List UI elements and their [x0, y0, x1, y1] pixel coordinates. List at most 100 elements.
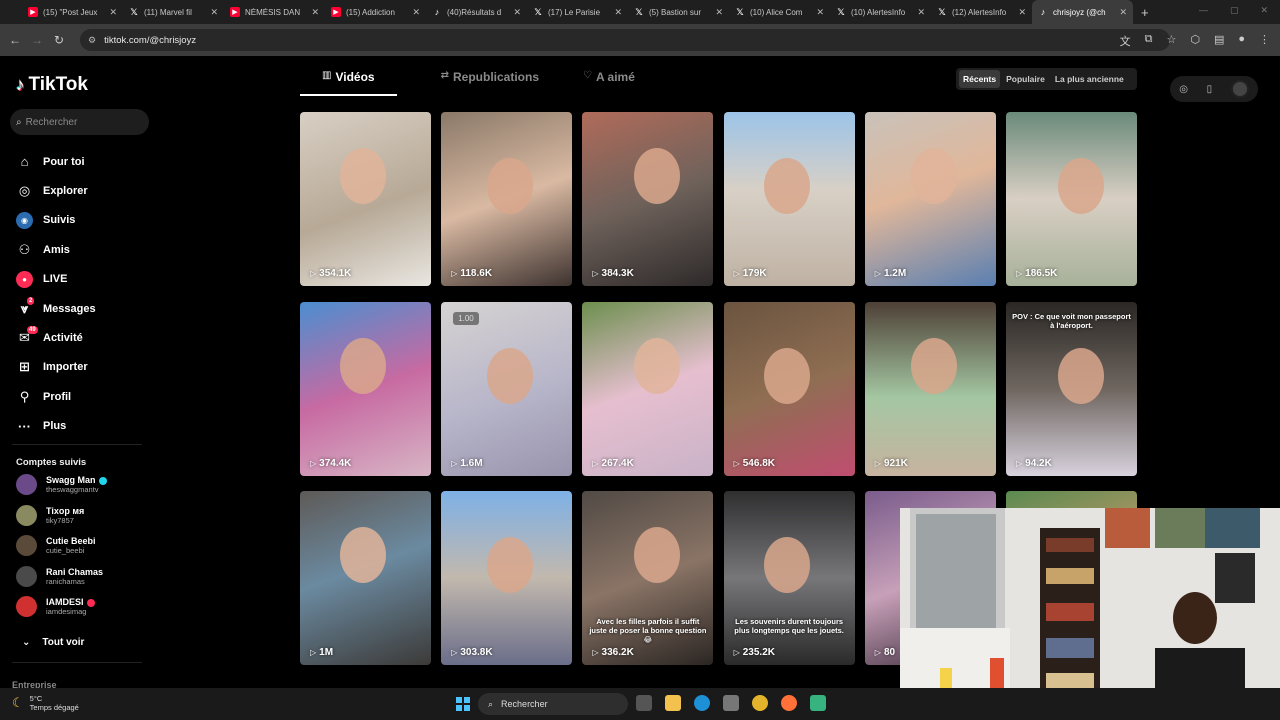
video-thumbnail[interactable]: Les souvenirs durent toujours plus longt… [723, 491, 855, 665]
tab-liked[interactable]: ♡ A aimé [583, 70, 635, 96]
followed-account[interactable]: Rani Chamas ranichamas [16, 565, 103, 587]
weather-widget[interactable]: ☾ 5°C Temps dégagé [12, 694, 79, 712]
back-icon[interactable]: ← [4, 33, 26, 47]
sidebar-item-messages[interactable]: ⩔ Messages 2 [16, 294, 96, 323]
close-icon[interactable]: ✕ [816, 7, 824, 18]
x-icon: 𝕏 [635, 6, 643, 17]
sort-recent[interactable]: Récents [959, 70, 1001, 88]
sidepanel-icon[interactable]: ▤ [1214, 33, 1224, 49]
store-icon[interactable] [723, 695, 739, 711]
profile-avatar-icon[interactable]: ● [1238, 33, 1245, 49]
phone-icon[interactable]: ▯ [1207, 84, 1213, 95]
compass-icon[interactable]: ◎ [1179, 84, 1188, 95]
video-thumbnail[interactable]: ▷ 186.5K [1006, 112, 1137, 286]
browser-tab[interactable]: ▶ (15) "Post Jeux ✕ [22, 0, 123, 24]
avatar [16, 565, 37, 587]
chrome-icon[interactable] [752, 695, 768, 711]
video-thumbnail[interactable]: ▷ 303.8K [441, 491, 573, 665]
followed-account[interactable]: IAMDESI iamdesimag [16, 596, 95, 617]
sidebar-item-live[interactable]: ● LIVE [16, 265, 96, 294]
video-thumbnail[interactable]: ▷ 267.4K [582, 301, 714, 476]
close-icon[interactable]: ✕ [210, 7, 218, 18]
sidebar-item-label: Suivis [43, 214, 76, 227]
live-badge-icon [86, 598, 95, 607]
site-settings-icon[interactable]: ⚙ [88, 35, 96, 46]
install-icon[interactable]: ⧉ [1145, 33, 1153, 49]
sidebar-item-home[interactable]: ⌂ Pour toi [16, 147, 96, 176]
sidebar-item-upload[interactable]: ⊞ Importer [16, 353, 96, 382]
browser-tab[interactable]: ▶ (15) Addiction ✕ [325, 0, 426, 24]
forward-icon[interactable]: → [26, 33, 48, 47]
sidebar-item-friends[interactable]: ⚇ Amis [16, 235, 96, 264]
menu-icon[interactable]: ⋮ [1259, 33, 1270, 49]
play-icon: ▷ [874, 269, 881, 278]
url-field[interactable]: ⚙ tiktok.com/@chrisjoyz [80, 29, 1170, 51]
video-thumbnail[interactable]: 1.00 ▷ 1.6M [441, 301, 573, 476]
video-thumbnail[interactable]: ▷ 921K [864, 301, 996, 476]
close-icon[interactable]: ✕ [917, 7, 925, 18]
browser-tab-title: (15) Addiction [346, 7, 395, 17]
video-thumbnail[interactable]: ▷ 118.6K [441, 112, 573, 286]
video-thumbnail[interactable]: ▷ 354.1K [300, 112, 431, 286]
browser-tab[interactable]: 𝕏 (10) Alice Com ✕ [729, 0, 830, 24]
sidebar-item-more[interactable]: ··· Plus [16, 412, 96, 441]
app-icon[interactable] [810, 695, 826, 711]
search-input[interactable]: ⌕ Rechercher [10, 109, 149, 135]
sidebar-item-activity[interactable]: ✉ Activité 49 [16, 323, 96, 352]
tab-reposts[interactable]: ⇄ Republications [441, 70, 539, 96]
sort-oldest[interactable]: La plus ancienne [1051, 70, 1128, 88]
video-thumbnail[interactable]: ▷ 1.2M [864, 112, 996, 286]
close-window-icon[interactable]: ✕ [1260, 5, 1268, 16]
followed-account[interactable]: Swagg Man theswaggmantv [16, 474, 107, 495]
close-icon[interactable]: ✕ [614, 7, 622, 18]
edge-icon[interactable] [694, 695, 710, 711]
video-thumbnail[interactable]: ▷ 546.8K [723, 301, 855, 476]
close-icon[interactable]: ✕ [1018, 7, 1026, 18]
tiktok-logo[interactable]: ♪ TikTok [16, 74, 88, 96]
browser-tab[interactable]: 𝕏 (11) Marvel fil ✕ [123, 0, 224, 24]
tab-videos[interactable]: ▥ Vidéos [300, 70, 397, 96]
video-thumbnail[interactable]: ▷ 179K [723, 112, 855, 286]
browser-tab[interactable]: 𝕏 (12) AlertesInfo ✕ [931, 0, 1032, 24]
browser-tab[interactable]: ♪ chrisjoyz (@ch ✕ [1032, 0, 1133, 24]
followed-account[interactable]: Tixop мя tiky7857 [16, 504, 84, 526]
followed-account[interactable]: Cutie Beebi cutie_beebi [16, 535, 96, 556]
sidebar-item-compass[interactable]: ◎ Explorer [16, 176, 96, 205]
see-all-button[interactable]: ⌄ Tout voir [22, 637, 84, 648]
close-icon[interactable]: ✕ [715, 7, 723, 18]
video-thumbnail[interactable]: ▷ 374.4K [300, 301, 431, 476]
taskbar-search[interactable]: ⌕ Rechercher [478, 693, 628, 715]
sidebar-item-following[interactable]: ◉ Suivis [16, 206, 96, 235]
profile-tabs: ▥ Vidéos ⇄ Republications ♡ A aimé [300, 70, 679, 96]
new-tab-icon[interactable]: + [1141, 5, 1149, 20]
video-thumbnail[interactable]: Avec les filles parfois il suffit juste … [582, 491, 714, 665]
close-icon[interactable]: ✕ [311, 7, 319, 18]
avatar[interactable] [1230, 80, 1249, 98]
browser-tab[interactable]: 𝕏 (10) AlertesInfo ✕ [830, 0, 931, 24]
browser-tab[interactable]: 𝕏 (5) Bastion sur ✕ [628, 0, 729, 24]
close-icon[interactable]: ✕ [109, 7, 117, 18]
video-thumbnail[interactable]: ▷ 1M [300, 491, 431, 665]
video-thumbnail[interactable]: POV : Ce que voit mon passeport à l'aéro… [1006, 301, 1137, 476]
browser-tab[interactable]: ▶ NÉMÉSIS DAN ✕ [224, 0, 325, 24]
windows-start-icon[interactable] [456, 697, 470, 711]
bookmark-star-icon[interactable]: ☆ [1166, 33, 1176, 49]
reload-icon[interactable]: ↻ [48, 33, 70, 47]
search-placeholder: Rechercher [25, 116, 78, 128]
divider [12, 662, 142, 663]
maximize-icon[interactable]: ▢ [1230, 5, 1239, 16]
video-thumbnail[interactable]: ▷ 384.3K [582, 112, 714, 286]
extensions-icon[interactable]: ⬡ [1190, 33, 1200, 49]
sort-popular[interactable]: Populaire [1002, 70, 1049, 88]
browser-tab[interactable]: 𝕏 (17) Le Parisie ✕ [527, 0, 628, 24]
browser-tab[interactable]: ♪ (40)Résultats d ✕ [426, 0, 527, 24]
translate-icon[interactable]: 文 [1120, 33, 1131, 49]
file-explorer-icon[interactable] [665, 695, 681, 711]
task-view-icon[interactable] [636, 695, 652, 711]
minimize-icon[interactable]: — [1199, 5, 1208, 16]
close-icon[interactable]: ✕ [1119, 7, 1127, 18]
firefox-icon[interactable] [781, 695, 797, 711]
sidebar-item-profile[interactable]: ⚲ Profil [16, 382, 96, 411]
close-icon[interactable]: ✕ [513, 7, 521, 18]
close-icon[interactable]: ✕ [412, 7, 420, 18]
